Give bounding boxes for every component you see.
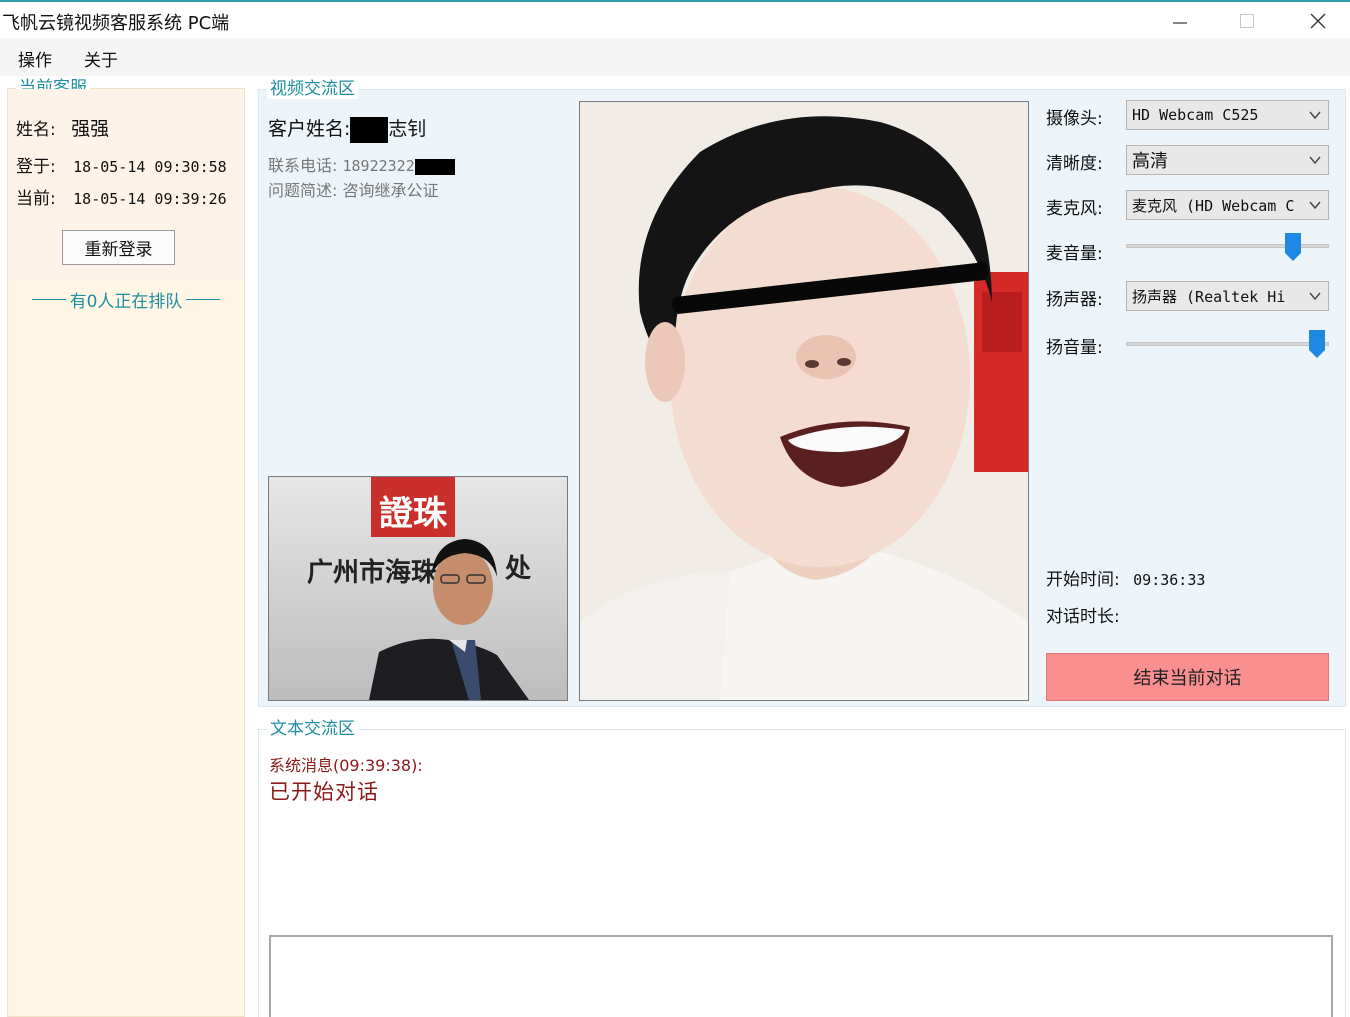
speaker-select[interactable]: 扬声器 (Realtek Hi [1126, 281, 1329, 311]
login-time-value: 18-05-14 09:30:58 [73, 158, 227, 176]
agent-login-row: 登于: 18-05-14 09:30:58 [16, 152, 227, 177]
customer-name-row: 客户姓名: 志钊 [268, 114, 426, 143]
chevron-down-icon [1309, 111, 1321, 120]
speaker-label: 扬声器: [1046, 290, 1103, 310]
chevron-down-icon [1309, 292, 1321, 301]
queue-status-text: 有0人正在排队 [69, 292, 183, 312]
start-time-label: 开始时间: [1046, 570, 1120, 590]
camera-select[interactable]: HD Webcam C525 [1126, 100, 1329, 130]
minimize-icon [1173, 22, 1187, 24]
mic-volume-label: 麦音量: [1046, 244, 1103, 264]
end-conversation-button[interactable]: 结束当前对话 [1046, 653, 1329, 701]
queue-divider-left [31, 299, 66, 300]
agent-info-area: 姓名: 强强 登于: 18-05-14 09:30:58 当前: 18-05-1… [8, 89, 244, 281]
customer-name-value: 志钊 [388, 118, 427, 140]
camera-select-value: HD Webcam C525 [1132, 106, 1259, 124]
relogin-button[interactable]: 重新登录 [62, 230, 175, 265]
menu-bar: 操作 关于 [0, 38, 1350, 76]
remote-video-feed [579, 101, 1029, 701]
agent-current-row: 当前: 18-05-14 09:39:26 [16, 184, 227, 209]
queue-divider-right [186, 299, 221, 300]
menu-about[interactable]: 关于 [84, 46, 118, 71]
start-time-row: 开始时间: 09:36:33 [1046, 565, 1205, 590]
maximize-button[interactable] [1217, 4, 1277, 38]
window-title: 飞帆云镜视频客服系统 PC端 [2, 13, 230, 34]
mic-select[interactable]: 麦克风 (HD Webcam C [1126, 190, 1329, 220]
customer-phone-label: 联系电话: [268, 156, 338, 175]
customer-issue-row: 问题简述: 咨询继承公证 [268, 177, 439, 201]
redaction-block [414, 158, 455, 175]
system-message-header: 系统消息(09:39:38): [269, 756, 423, 775]
customer-name-label: 客户姓名: [268, 118, 351, 140]
speaker-volume-slider-thumb[interactable] [1309, 330, 1326, 358]
mic-label: 麦克风: [1046, 199, 1103, 219]
customer-phone-row: 联系电话: 18922322 [268, 152, 455, 176]
menu-operation[interactable]: 操作 [18, 46, 52, 71]
text-chat-panel: 文本交流区 系统消息(09:39:38): 已开始对话 [258, 719, 1346, 1017]
local-video-feed: 證珠 广州市海珠 处 [268, 476, 568, 701]
video-panel: 视频交流区 客户姓名: 志钊 联系电话: 18922322 问题简述: 咨询继承公… [258, 79, 1346, 707]
customer-phone-value: 18922322 [342, 157, 415, 175]
queue-status: 有0人正在排队 [8, 287, 244, 312]
customer-issue-value: 咨询继承公证 [342, 181, 439, 200]
duration-row: 对话时长: [1046, 602, 1128, 627]
close-icon [1310, 13, 1326, 29]
agent-name-value: 强强 [71, 118, 110, 140]
maximize-icon [1240, 14, 1254, 28]
speaker-volume-slider[interactable] [1126, 342, 1329, 346]
chevron-down-icon [1309, 156, 1321, 165]
system-message-body: 已开始对话 [269, 780, 379, 804]
minimize-button[interactable] [1150, 4, 1210, 38]
agent-name-label: 姓名: [16, 120, 56, 140]
customer-issue-label: 问题简述: [268, 181, 338, 200]
chevron-down-icon [1309, 201, 1321, 210]
logo-text: 證珠 [379, 494, 448, 534]
current-time-label: 当前: [16, 189, 56, 209]
remote-video-image [580, 102, 1028, 700]
title-bar: 飞帆云镜视频客服系统 PC端 [0, 2, 1350, 38]
redaction-block [350, 116, 389, 143]
agent-panel: 当前客服 姓名: 强强 登于: 18-05-14 09:30:58 当前: 18… [7, 78, 245, 1017]
quality-select[interactable]: 高清 [1126, 145, 1329, 175]
agent-name-row: 姓名: 强强 [16, 114, 109, 141]
speaker-select-value: 扬声器 (Realtek Hi [1132, 287, 1286, 306]
mic-volume-slider-thumb[interactable] [1284, 233, 1301, 261]
camera-label: 摄像头: [1046, 109, 1103, 129]
login-time-label: 登于: [16, 157, 56, 177]
close-button[interactable] [1288, 4, 1348, 38]
quality-label: 清晰度: [1046, 154, 1103, 174]
start-time-value: 09:36:33 [1133, 571, 1206, 589]
mic-select-value: 麦克风 (HD Webcam C [1132, 196, 1295, 215]
local-video-image: 證珠 广州市海珠 处 [269, 477, 567, 700]
sign-text-suffix: 处 [504, 554, 531, 584]
video-panel-title: 视频交流区 [267, 79, 358, 99]
quality-select-value: 高清 [1132, 151, 1168, 172]
speaker-volume-label: 扬音量: [1046, 338, 1103, 358]
text-panel-title: 文本交流区 [267, 719, 358, 739]
sign-text: 广州市海珠 [307, 557, 438, 588]
message-input[interactable] [269, 935, 1333, 1017]
duration-label: 对话时长: [1046, 607, 1120, 627]
current-time-value: 18-05-14 09:39:26 [73, 190, 227, 208]
